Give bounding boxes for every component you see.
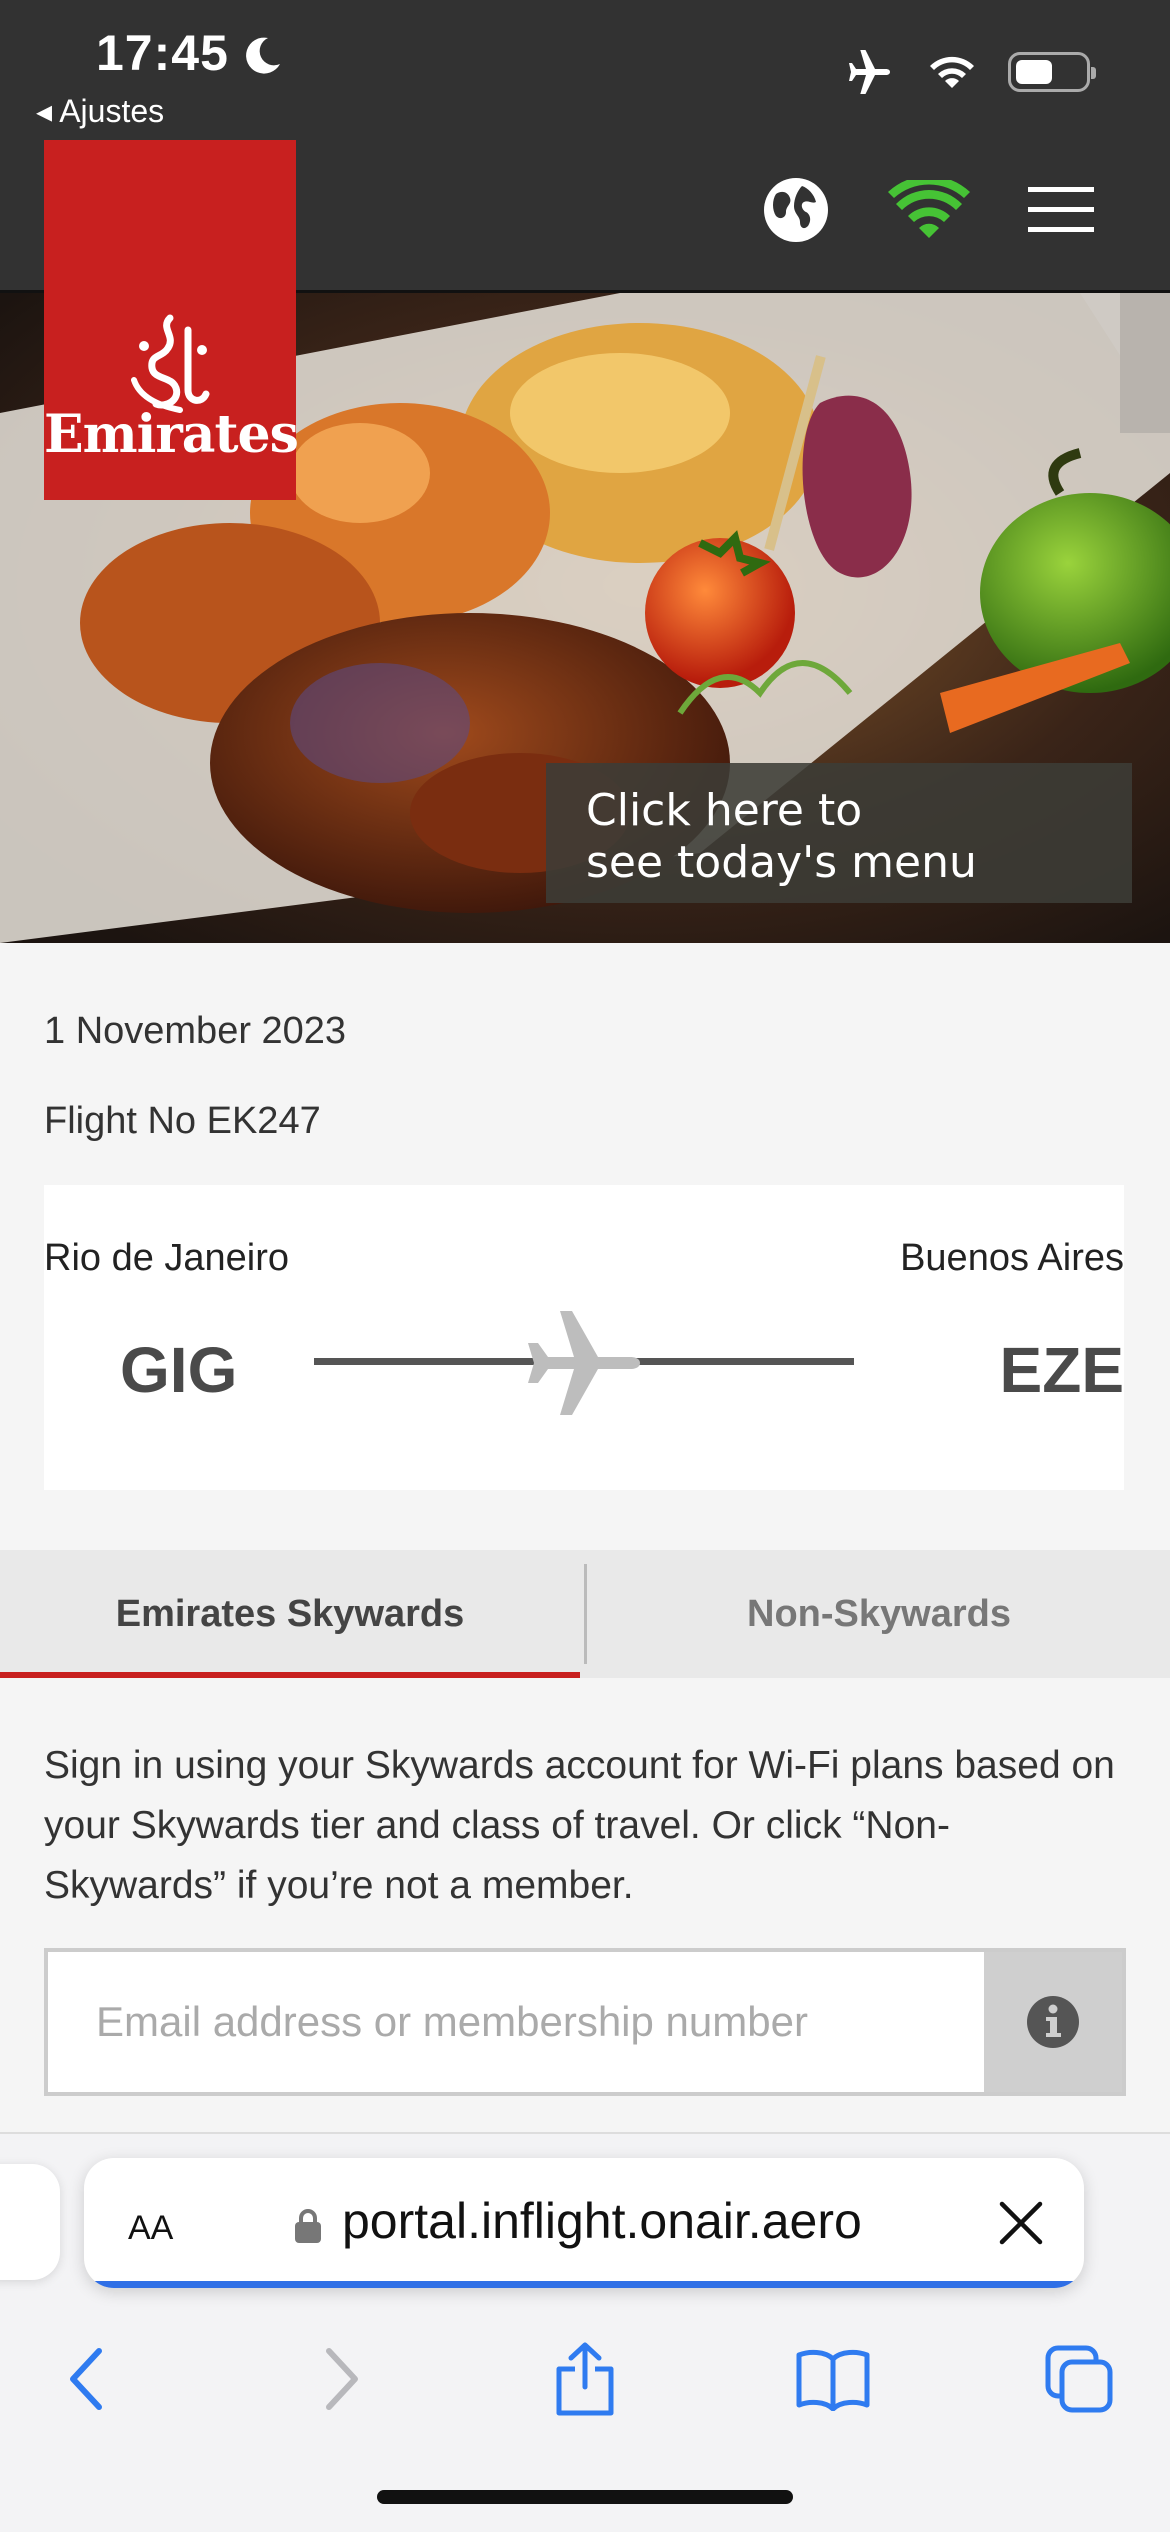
browser-toolbar: AA portal.inflight.onair.aero xyxy=(0,2132,1170,2532)
status-time: 17:45 xyxy=(96,25,229,81)
flight-number: Flight No EK247 xyxy=(44,1100,321,1142)
text-size-label: AA xyxy=(128,2209,174,2247)
info-icon xyxy=(1027,1996,1079,2048)
wifi-icon xyxy=(930,56,974,88)
back-to-settings-link[interactable]: ◂ Ajustes xyxy=(36,92,164,130)
email-field-wrapper xyxy=(44,1948,1126,2096)
todays-menu-button[interactable]: Click here to see today's menu xyxy=(546,763,1132,903)
forward-button[interactable] xyxy=(296,2334,386,2424)
tab-divider xyxy=(584,1564,587,1664)
browser-nav-buttons xyxy=(0,2324,1170,2434)
battery-icon xyxy=(1008,52,1096,92)
logo-wordmark: Emirates xyxy=(44,404,299,465)
moon-icon xyxy=(246,37,280,74)
emirates-logo[interactable]: Emirates xyxy=(44,140,299,500)
bookmarks-button[interactable] xyxy=(788,2334,878,2424)
tab-emirates-skywards[interactable]: Emirates Skywards xyxy=(0,1550,580,1678)
wifi-signal-icon xyxy=(888,180,970,238)
lock-icon xyxy=(295,2209,321,2243)
destination-city: Buenos Aires xyxy=(900,1237,1124,1279)
flight-date: 1 November 2023 xyxy=(44,1010,347,1052)
forward-chevron-icon xyxy=(326,2348,358,2410)
back-button[interactable] xyxy=(42,2334,132,2424)
page-load-progress xyxy=(84,2281,1084,2288)
destination-code: EZE xyxy=(999,1334,1124,1406)
menu-cta-line1: Click here to xyxy=(586,785,863,836)
hamburger-menu-icon[interactable] xyxy=(1028,187,1094,233)
airplane-icon xyxy=(528,1311,640,1415)
text-size-button[interactable]: AA xyxy=(128,2196,173,2250)
flight-route-card: Rio de Janeiro Buenos Aires GIG EZE xyxy=(44,1185,1124,1490)
back-chevron-icon xyxy=(70,2348,102,2410)
address-bar[interactable]: AA portal.inflight.onair.aero xyxy=(84,2158,1084,2288)
signin-description: Sign in using your Skywards account for … xyxy=(44,1744,1115,1907)
globe-icon[interactable] xyxy=(762,176,830,244)
share-icon xyxy=(556,2342,614,2416)
tabs-icon xyxy=(1045,2345,1113,2413)
menu-cta-line2: see today's menu xyxy=(586,837,977,888)
tabs-button[interactable] xyxy=(1034,2334,1124,2424)
home-indicator xyxy=(377,2490,793,2504)
tab-non-skywards[interactable]: Non-Skywards xyxy=(588,1550,1170,1678)
signin-tabs: Emirates Skywards Non-Skywards xyxy=(0,1550,1170,1678)
email-or-membership-input[interactable] xyxy=(48,1952,984,2092)
status-icons xyxy=(844,50,1096,94)
previous-tab-preview[interactable] xyxy=(0,2164,60,2280)
active-tab-indicator xyxy=(0,1672,580,1678)
airplane-mode-icon xyxy=(849,50,890,94)
header-icons xyxy=(762,176,1094,244)
url-text: portal.inflight.onair.aero xyxy=(342,2193,862,2249)
origin-city: Rio de Janeiro xyxy=(44,1237,290,1279)
close-icon[interactable] xyxy=(996,2198,1046,2248)
info-button[interactable] xyxy=(984,1952,1122,2092)
bookmarks-icon xyxy=(796,2349,870,2411)
share-button[interactable] xyxy=(540,2334,630,2424)
origin-code: GIG xyxy=(120,1334,238,1406)
